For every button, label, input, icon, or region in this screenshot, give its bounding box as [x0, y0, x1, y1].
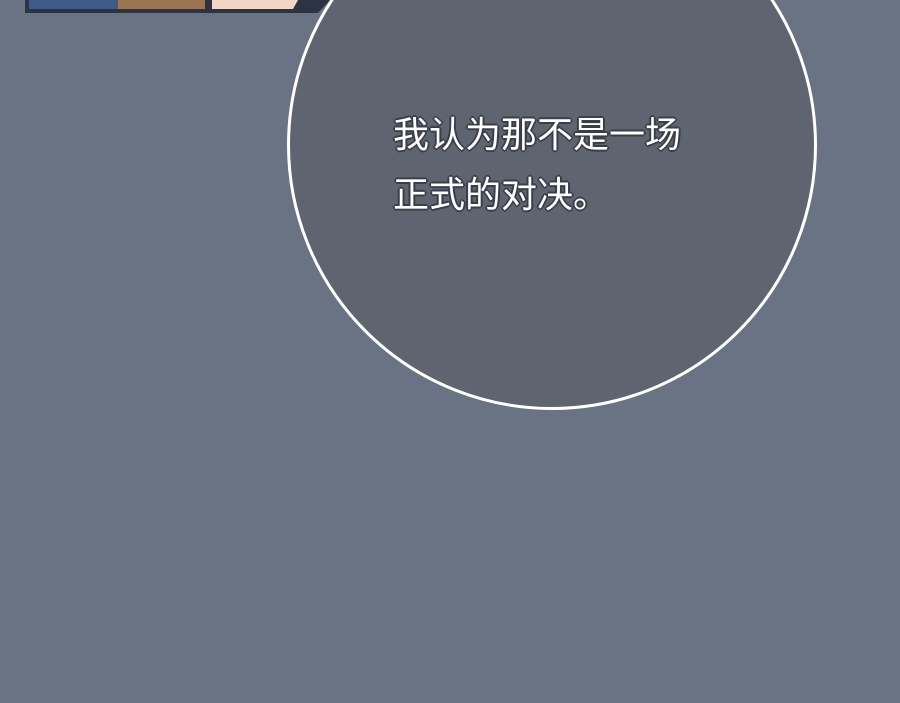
dialogue-text: 我认为那不是一场 正式的对决。: [393, 106, 753, 226]
dialogue-line-1: 我认为那不是一场: [393, 115, 682, 156]
brown-hair-shape: [118, 0, 205, 9]
skin-shape: [212, 0, 298, 9]
speech-bubble: 我认为那不是一场 正式的对决。: [287, 0, 817, 410]
dialogue-line-2: 正式的对决。: [393, 175, 610, 216]
comic-panel: 我认为那不是一场 正式的对决。: [0, 0, 900, 703]
blue-cloth-shape: [29, 0, 118, 9]
